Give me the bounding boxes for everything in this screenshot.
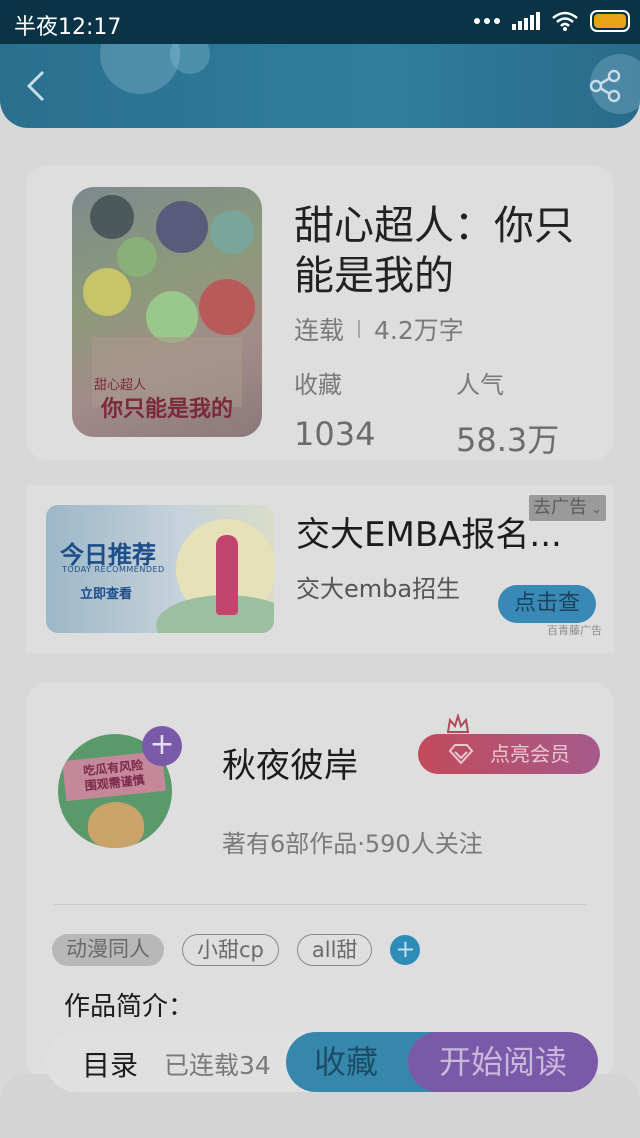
- tag-list: 动漫同人 小甜cp all甜 +: [52, 934, 421, 966]
- book-status: 连载: [294, 316, 345, 345]
- ad-dismiss-label: 去广告: [532, 497, 587, 518]
- book-title: 甜心超人：你只能是我的: [294, 203, 574, 299]
- ad-image-figure: [216, 535, 238, 615]
- chevron-left-icon: [26, 70, 45, 102]
- ad-image-subtitle: TODAY RECOMMENDED: [62, 565, 165, 574]
- ad-subtitle: 交大emba招生: [296, 575, 461, 603]
- status-icons: [474, 10, 630, 32]
- start-reading-button[interactable]: 开始阅读: [408, 1032, 598, 1092]
- more-dots-icon: [474, 18, 500, 24]
- ad-image-button: 立即查看: [80, 587, 133, 602]
- author-card: 吃瓜有风险 围观需谨慎 + 秋夜彼岸 点亮会员 著有6部作品·590人关注 动漫…: [26, 682, 614, 1082]
- ad-source: 百青藤广告: [547, 624, 602, 637]
- battery-icon: [590, 10, 630, 32]
- status-time: 半夜12:17: [14, 15, 122, 40]
- follow-author-button[interactable]: +: [142, 726, 182, 766]
- ad-title[interactable]: 交大EMBA报名...: [296, 507, 562, 556]
- plus-icon: +: [395, 935, 416, 963]
- popularity-value: 58.3万: [456, 421, 560, 459]
- meta-divider: [358, 320, 361, 338]
- add-tag-button[interactable]: +: [390, 935, 421, 965]
- ad-image[interactable]: 今日推荐 TODAY RECOMMENDED 立即查看: [46, 505, 274, 633]
- intro-label: 作品简介：: [64, 992, 195, 1022]
- top-header: [0, 44, 640, 128]
- wifi-icon: [552, 11, 578, 31]
- decor-bubble: [100, 44, 180, 94]
- book-meta: 连载 4.2万字: [294, 311, 464, 347]
- share-button[interactable]: [588, 68, 624, 104]
- ad-cta-button[interactable]: 点击查: [498, 585, 596, 623]
- signal-icon: [512, 12, 540, 30]
- author-name: 秋夜彼岸: [222, 746, 358, 786]
- status-bar: 半夜12:17: [0, 0, 640, 44]
- vip-button[interactable]: 点亮会员: [418, 734, 600, 774]
- popularity-label: 人气: [456, 371, 504, 399]
- plus-icon: +: [149, 727, 175, 762]
- book-cover[interactable]: 甜心超人 你只能是我的: [72, 187, 262, 437]
- avatar-face: [88, 802, 144, 848]
- book-info-card: 甜心超人 你只能是我的 甜心超人：你只能是我的 连载 4.2万字 收藏 人气 1…: [26, 165, 614, 460]
- vip-button-label: 点亮会员: [490, 742, 570, 766]
- tag-item[interactable]: all甜: [296, 934, 373, 966]
- share-icon: [589, 69, 621, 103]
- ad-dismiss-button[interactable]: 去广告 ⌄: [528, 495, 606, 521]
- tag-item[interactable]: 小甜cp: [182, 934, 279, 966]
- diamond-icon: [448, 744, 474, 764]
- ad-banner[interactable]: 今日推荐 TODAY RECOMMENDED 立即查看 交大EMBA报名... …: [26, 485, 614, 653]
- bottom-action-bar: 目录 已连载34 收藏 开始阅读: [46, 1032, 598, 1092]
- crown-icon: [446, 714, 470, 733]
- chevron-down-icon: ⌄: [586, 502, 602, 517]
- favorites-value: 1034: [294, 415, 376, 453]
- back-button[interactable]: [18, 68, 54, 104]
- ad-image-hill: [156, 595, 274, 633]
- tag-item[interactable]: 动漫同人: [52, 934, 164, 966]
- cover-title: 你只能是我的: [100, 397, 233, 422]
- author-meta: 著有6部作品·590人关注: [222, 830, 483, 858]
- toc-button[interactable]: 目录: [82, 1044, 138, 1084]
- favorites-label: 收藏: [294, 371, 342, 399]
- divider: [54, 904, 586, 905]
- toc-status: 已连载34: [164, 1051, 271, 1080]
- book-word-count: 4.2万字: [374, 316, 464, 345]
